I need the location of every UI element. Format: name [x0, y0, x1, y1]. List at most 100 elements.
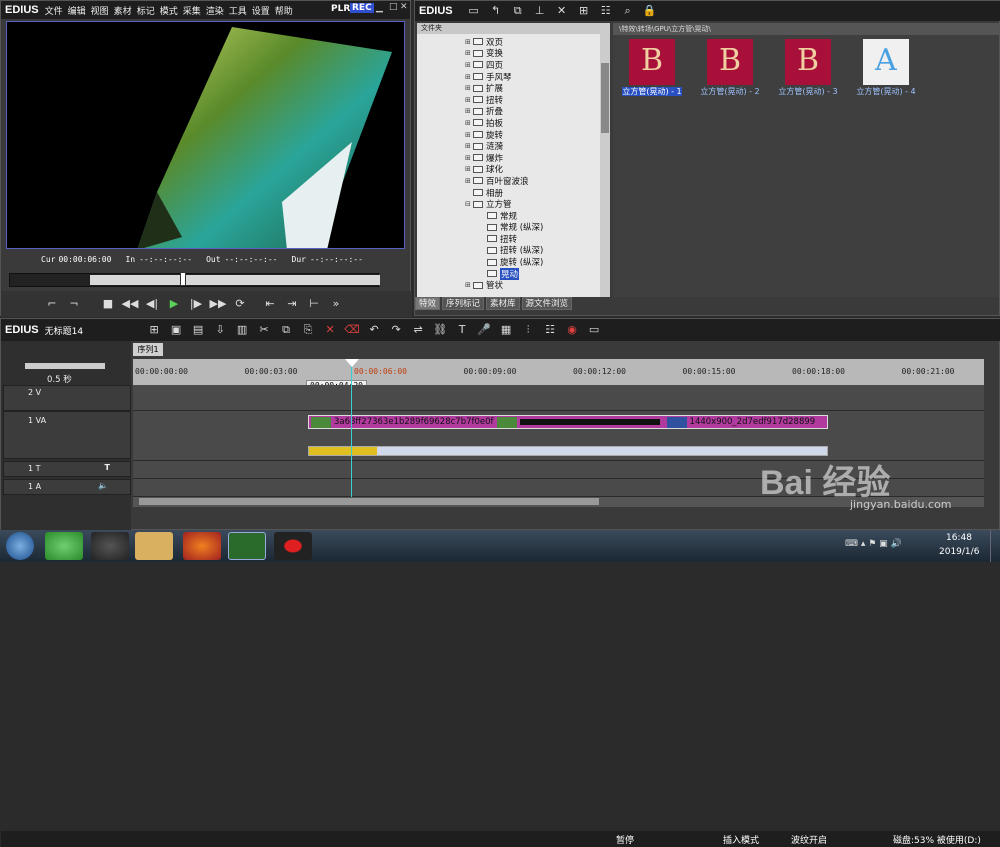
open-project-icon[interactable]: ▣	[167, 321, 185, 339]
tree-node[interactable]: ⊞ 涟漪	[417, 140, 600, 152]
cut-icon[interactable]: ✂	[255, 321, 273, 339]
stop-icon[interactable]: ■	[99, 295, 117, 313]
tree-node[interactable]: ⊞ 折叠	[417, 106, 600, 117]
transition-bar[interactable]	[519, 419, 660, 425]
effect-thumbnail[interactable]: A 立方管(晃动) - 4	[849, 39, 923, 97]
menu-item[interactable]: 标记	[137, 4, 155, 17]
expand-icon[interactable]: ⊞	[465, 154, 473, 162]
properties-icon[interactable]: ⊞	[575, 2, 593, 20]
redo-icon[interactable]: ↷	[387, 321, 405, 339]
bin-tab[interactable]: 素材库	[486, 297, 520, 310]
start-button[interactable]	[6, 532, 34, 560]
hscroll-thumb[interactable]	[139, 498, 599, 505]
expand-icon[interactable]: ⊞	[465, 165, 473, 173]
insert-to-timeline-icon[interactable]: ⇤	[261, 295, 279, 313]
tree-node[interactable]: ⊞ 百叶窗波浪	[417, 175, 600, 187]
menu-item[interactable]: 采集	[183, 4, 201, 17]
expand-icon[interactable]: ⊞	[465, 131, 473, 139]
more-icon[interactable]: »	[327, 295, 345, 313]
link-icon[interactable]: ⛓	[431, 321, 449, 339]
expand-icon[interactable]: ⊞	[465, 107, 473, 115]
tray-icons[interactable]: ⌨ ▴ ⚑ ▣ 🔊	[845, 539, 902, 549]
folder-icon[interactable]: ▭	[465, 2, 483, 20]
track-header-1t[interactable]: 1 T T	[3, 461, 131, 477]
mixer-icon[interactable]: ⫶	[519, 321, 537, 339]
track-header-1a[interactable]: 1 A 🔈	[3, 479, 131, 495]
new-sequence-icon[interactable]: ⊞	[145, 321, 163, 339]
save-project-icon[interactable]: ▤	[189, 321, 207, 339]
track-header-1va[interactable]: 1 VA	[3, 411, 131, 459]
delete-clip-icon[interactable]: ✕	[321, 321, 339, 339]
tree-node[interactable]: ⊞ 扭转	[417, 94, 600, 106]
expand-icon[interactable]: ⊞	[465, 84, 473, 92]
rec-toggle[interactable]: REC	[350, 3, 374, 13]
tree-node[interactable]: ⊞ 扩展	[417, 82, 600, 94]
undo-icon[interactable]: ↶	[365, 321, 383, 339]
track-header-2v[interactable]: 2 V	[3, 385, 131, 411]
tree-node[interactable]: 扭转 (纵深)	[417, 245, 600, 256]
expand-icon[interactable]: ⊞	[465, 177, 473, 185]
expand-icon[interactable]: ⊞	[465, 96, 473, 104]
audio-clip[interactable]	[308, 446, 828, 456]
taskbar-recorder-icon[interactable]	[274, 532, 312, 560]
title-icon[interactable]: T	[453, 321, 471, 339]
replace-icon[interactable]: ⊢	[305, 295, 323, 313]
tree-node[interactable]: 晃动	[417, 267, 600, 280]
marker-icon[interactable]: ▦	[497, 321, 515, 339]
position-slider[interactable]	[9, 272, 380, 287]
menu-item[interactable]: 编辑	[68, 4, 86, 17]
expand-icon[interactable]: ⊞	[465, 73, 473, 81]
effect-thumbnail[interactable]: B 立方管(晃动) - 2	[693, 39, 767, 97]
tree-node[interactable]: ⊞ 旋转	[417, 129, 600, 141]
expand-icon[interactable]: ⊞	[465, 61, 473, 69]
tree-node[interactable]: ⊟ 立方管	[417, 198, 600, 210]
bin-tab[interactable]: 序列标记	[442, 297, 485, 310]
menu-item[interactable]: 工具	[229, 4, 247, 17]
layout-icon[interactable]: ▭	[585, 321, 603, 339]
video-clip[interactable]: 3a68ff27363e1b289f69628c7b7f0e0f 1440x90…	[308, 415, 828, 429]
menu-item[interactable]: 设置	[252, 4, 270, 17]
tree-node[interactable]: 扭转	[417, 233, 600, 245]
close-icon[interactable]: ✕	[400, 2, 408, 12]
tree-node[interactable]: ⊞ 管状	[417, 279, 600, 291]
taskbar-explorer-icon[interactable]	[135, 532, 173, 560]
loop-icon[interactable]: ⟳	[231, 295, 249, 313]
collapse-icon[interactable]: ⊟	[465, 200, 473, 208]
lock-icon[interactable]: 🔒	[641, 2, 659, 20]
up-folder-icon[interactable]: ↰	[487, 2, 505, 20]
copy-icon[interactable]: ⧉	[277, 321, 295, 339]
delete-icon[interactable]: ✕	[553, 2, 571, 20]
tree-node[interactable]: 常规	[417, 210, 600, 222]
paste-icon[interactable]: ⎘	[299, 321, 317, 339]
menu-item[interactable]: 渲染	[206, 4, 224, 17]
set-in-icon[interactable]: ⌐	[43, 295, 61, 313]
menu-item[interactable]: 帮助	[275, 4, 293, 17]
tree-node[interactable]: 相册	[417, 187, 600, 199]
menu-item[interactable]: 文件	[45, 4, 63, 17]
play-icon[interactable]: ▶	[165, 295, 183, 313]
show-desktop-button[interactable]	[990, 530, 1000, 562]
expand-icon[interactable]: ⊞	[465, 142, 473, 150]
zoom-slider[interactable]	[25, 363, 105, 369]
render-icon[interactable]: ☷	[541, 321, 559, 339]
menu-item[interactable]: 视图	[91, 4, 109, 17]
tree-node[interactable]: ⊞ 变换	[417, 48, 600, 59]
step-back-icon[interactable]: ◀|	[143, 295, 161, 313]
rewind-icon[interactable]: ◀◀	[121, 295, 139, 313]
plr-toggle[interactable]: PLR	[331, 4, 350, 14]
add-title-icon[interactable]: ⊥	[531, 2, 549, 20]
tree-node[interactable]: ⊞ 双页	[417, 36, 600, 48]
record-icon[interactable]: ◉	[563, 321, 581, 339]
timeline-ruler[interactable]: 00:00:00:00 00:00:03:00 00:00:06:00 00:00:0…	[133, 359, 984, 385]
step-forward-icon[interactable]: |▶	[187, 295, 205, 313]
tree-node[interactable]: ⊞ 爆炸	[417, 152, 600, 164]
tree-scroll-thumb[interactable]	[601, 63, 609, 133]
effect-thumbnail[interactable]: B 立方管(晃动) - 1	[615, 39, 689, 97]
tree-node[interactable]: ⊞ 四页	[417, 59, 600, 71]
tree-node[interactable]: 常规 (纵深)	[417, 222, 600, 233]
overwrite-to-timeline-icon[interactable]: ⇥	[283, 295, 301, 313]
bin-tab[interactable]: 源文件浏览	[521, 297, 573, 310]
timeline-cursor[interactable]	[351, 359, 352, 499]
minimize-icon[interactable]: ▁	[376, 3, 383, 13]
mode-icon[interactable]: ⇌	[409, 321, 427, 339]
